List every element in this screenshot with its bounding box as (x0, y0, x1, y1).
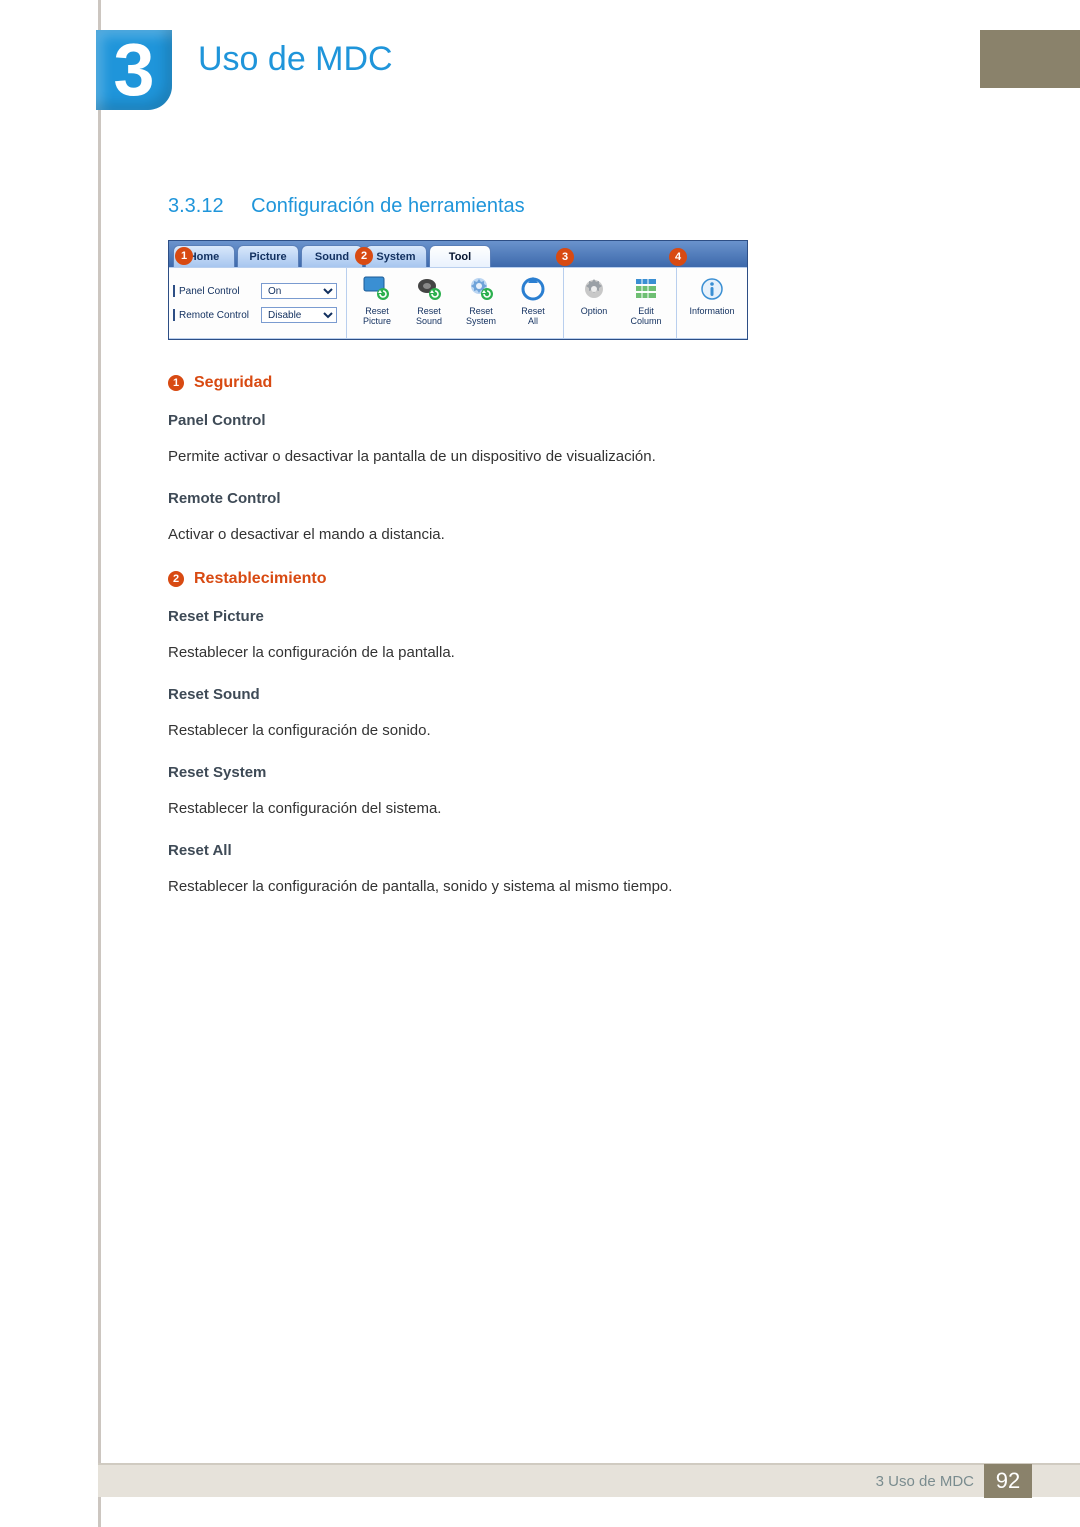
subheading-restablecimiento: 2 Restablecimiento (168, 570, 326, 588)
page-footer: 3 Uso de MDC 92 (98, 1463, 1080, 1497)
label-reset-picture: Reset Picture (168, 608, 264, 625)
edit-column-icon (631, 274, 661, 304)
reset-system-button[interactable]: ResetSystem (455, 270, 507, 336)
reset-all-label: ResetAll (521, 307, 545, 327)
top-accent-bar (980, 30, 1080, 88)
tab-tool[interactable]: Tool (429, 245, 491, 267)
left-margin-stripe (98, 0, 101, 1527)
label-reset-sound: Reset Sound (168, 686, 260, 703)
tab-system[interactable]: System (365, 245, 427, 267)
desc-remote-control: Activar o desactivar el mando a distanci… (168, 526, 445, 543)
footer-page-number: 92 (984, 1464, 1032, 1498)
reset-system-label: ResetSystem (466, 307, 496, 327)
remote-control-label: Remote Control (179, 310, 257, 321)
reset-all-button[interactable]: ResetAll (507, 270, 559, 336)
chapter-number: 3 (113, 33, 154, 107)
tab-picture[interactable]: Picture (237, 245, 299, 267)
reset-all-icon (518, 274, 548, 304)
reset-group: ResetPicture ResetSound ResetSystem Rese… (347, 268, 564, 338)
desc-reset-system: Restablecer la configuración del sistema… (168, 800, 441, 817)
reset-picture-label: ResetPicture (363, 307, 391, 327)
section-number: 3.3.12 (168, 195, 224, 217)
desc-panel-control: Permite activar o desactivar la pantalla… (168, 448, 656, 465)
callout-badge-1: 1 (168, 375, 184, 391)
option-gear-icon (579, 274, 609, 304)
reset-system-icon (466, 274, 496, 304)
callout-badge-2: 2 (168, 571, 184, 587)
panel-security-box: Panel Control On Remote Control Disable (169, 268, 347, 338)
desc-reset-sound: Restablecer la configuración de sonido. (168, 722, 431, 739)
chapter-badge: 3 (96, 30, 172, 110)
reset-sound-icon (414, 274, 444, 304)
callout-1: 1 (175, 247, 193, 265)
option-button[interactable]: Option (568, 270, 620, 336)
edit-column-button[interactable]: EditColumn (620, 270, 672, 336)
subheading-seguridad: 1 Seguridad (168, 374, 272, 392)
app-screenshot: Home Picture Sound System Tool 1 2 Panel… (168, 240, 748, 340)
label-panel-control: Panel Control (168, 412, 266, 429)
row-marker-icon (173, 285, 175, 297)
app-tabs: Home Picture Sound System Tool 1 2 (169, 241, 747, 267)
information-button[interactable]: Information (681, 270, 743, 336)
panel-control-select[interactable]: On (261, 283, 337, 299)
row-marker-icon (173, 309, 175, 321)
reset-sound-button[interactable]: ResetSound (403, 270, 455, 336)
label-reset-system: Reset System (168, 764, 266, 781)
chapter-title: Uso de MDC (198, 40, 393, 79)
subheading-restablecimiento-text: Restablecimiento (194, 570, 326, 588)
label-remote-control: Remote Control (168, 490, 281, 507)
info-group: 4 Information (677, 268, 747, 338)
information-icon (697, 274, 727, 304)
footer-text: 3 Uso de MDC (876, 1473, 974, 1490)
reset-picture-icon (362, 274, 392, 304)
desc-reset-picture: Restablecer la configuración de la panta… (168, 644, 455, 661)
information-label: Information (689, 307, 734, 317)
remote-control-select[interactable]: Disable (261, 307, 337, 323)
panel-row-panel-control: Panel Control On (173, 283, 340, 299)
callout-2: 2 (355, 247, 373, 265)
reset-picture-button[interactable]: ResetPicture (351, 270, 403, 336)
edit-column-label: EditColumn (630, 307, 661, 327)
reset-sound-label: ResetSound (416, 307, 442, 327)
option-label: Option (581, 307, 608, 317)
section-title: Configuración de herramientas (251, 195, 525, 217)
panel-control-label: Panel Control (179, 286, 257, 297)
label-reset-all: Reset All (168, 842, 232, 859)
subheading-seguridad-text: Seguridad (194, 374, 272, 392)
section-heading: 3.3.12 Configuración de herramientas (168, 195, 525, 218)
app-toolbar: Panel Control On Remote Control Disable … (169, 267, 747, 339)
panel-row-remote-control: Remote Control Disable (173, 307, 340, 323)
desc-reset-all: Restablecer la configuración de pantalla… (168, 878, 672, 895)
tab-sound[interactable]: Sound (301, 245, 363, 267)
callout-4: 4 (669, 248, 687, 266)
callout-3: 3 (556, 248, 574, 266)
tools-group: 3 Option EditColumn (564, 268, 677, 338)
